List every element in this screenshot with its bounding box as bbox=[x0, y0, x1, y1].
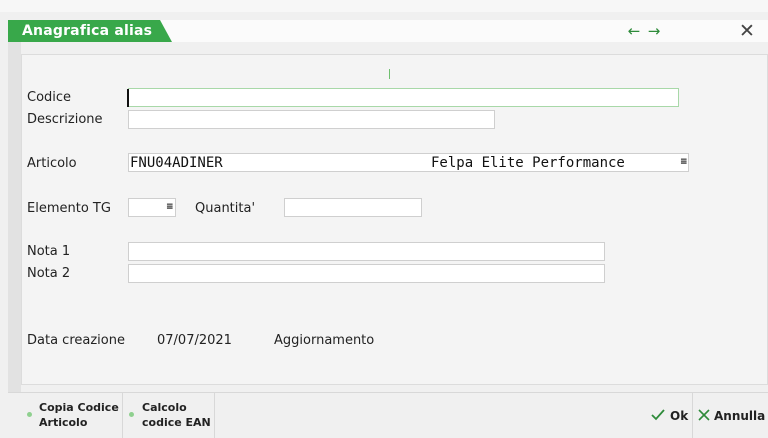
annulla-label: Annulla bbox=[714, 409, 766, 423]
left-rail bbox=[8, 42, 21, 392]
articolo-code: FNU04ADINER bbox=[130, 155, 223, 171]
cursor-marker bbox=[389, 69, 390, 79]
check-icon bbox=[651, 409, 665, 421]
calcolo-line2: codice EAN bbox=[142, 416, 211, 429]
data-creazione-value: 07/07/2021 bbox=[157, 333, 232, 348]
bottom-toolbar: Copia Codice Articolo Calcolo codice EAN… bbox=[8, 392, 768, 438]
copia-codice-articolo-button[interactable]: Copia Codice Articolo bbox=[20, 393, 123, 438]
divider bbox=[692, 393, 693, 438]
top-strip bbox=[0, 0, 768, 12]
menu-dots-icon[interactable]: ≡ bbox=[680, 158, 688, 167]
aggiornamento-label: Aggiornamento bbox=[274, 333, 375, 348]
articolo-label: Articolo bbox=[27, 156, 77, 171]
elemento-tg-label: Elemento TG bbox=[27, 201, 111, 216]
descrizione-label: Descrizione bbox=[27, 112, 103, 127]
copia-line1: Copia Codice bbox=[39, 401, 119, 414]
nav-arrows: ← → bbox=[624, 22, 664, 40]
quantita-field[interactable] bbox=[284, 198, 422, 217]
data-creazione-label: Data creazione bbox=[27, 333, 125, 348]
button-dot-icon bbox=[129, 412, 134, 417]
text-caret bbox=[127, 89, 129, 107]
ok-button[interactable]: Ok bbox=[649, 393, 693, 438]
close-icon[interactable]: ✕ bbox=[739, 20, 755, 42]
descrizione-field[interactable] bbox=[128, 110, 495, 129]
calcolo-codice-ean-button[interactable]: Calcolo codice EAN bbox=[123, 393, 215, 438]
x-icon bbox=[698, 409, 710, 421]
title-bar: Anagrafica alias ← → ✕ bbox=[8, 20, 768, 42]
copia-line2: Articolo bbox=[39, 416, 88, 429]
arrow-left-icon[interactable]: ← bbox=[624, 22, 644, 40]
nota1-field[interactable] bbox=[128, 242, 605, 261]
quantita-label: Quantita' bbox=[195, 201, 256, 216]
nota2-label: Nota 2 bbox=[27, 266, 71, 281]
ok-label: Ok bbox=[670, 409, 689, 423]
arrow-right-icon[interactable]: → bbox=[644, 22, 664, 40]
nota2-field[interactable] bbox=[128, 264, 605, 283]
annulla-button[interactable]: Annulla bbox=[696, 393, 766, 438]
window-title: Anagrafica alias bbox=[22, 23, 153, 39]
nota1-label: Nota 1 bbox=[27, 244, 71, 259]
calcolo-line1: Calcolo bbox=[142, 401, 187, 414]
articolo-description: Felpa Elite Performance bbox=[431, 155, 625, 171]
button-dot-icon bbox=[27, 412, 32, 417]
codice-label: Codice bbox=[27, 90, 72, 105]
codice-field[interactable] bbox=[128, 88, 679, 107]
menu-dots-icon[interactable]: ≡ bbox=[166, 203, 174, 212]
